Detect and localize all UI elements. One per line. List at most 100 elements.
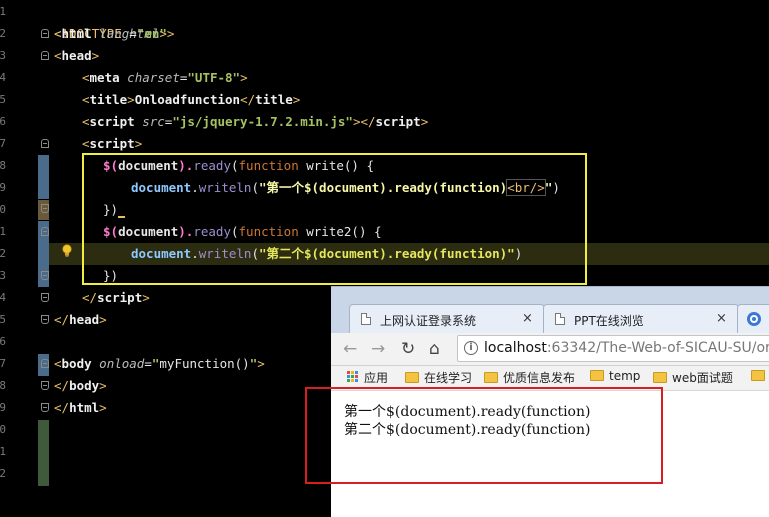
tab-label: PPT在线浏览 [574,314,644,328]
code-token: > [99,378,107,393]
code-token: body [69,378,100,393]
folder-icon [484,372,498,383]
line-number: 0 [0,423,6,436]
line-number: 7 [0,357,6,370]
tab-login-system[interactable]: 上网认证登录系统 × [349,304,545,334]
change-marker [38,420,49,486]
code-token: > [134,136,143,151]
line-number: 5 [0,313,6,326]
code-line-7[interactable]: <script> [54,133,769,155]
url-text: localhost:63342/The-Web-of-SICAU-SU/or [484,340,769,356]
code-token: charset [127,70,180,85]
code-line-6[interactable]: <script src="js/jquery-1.7.2.min.js"></s… [54,111,769,133]
code-line-5[interactable]: <title>Onloadfunction</title> [54,89,769,111]
line-number: 4 [0,291,6,304]
code-token: script [97,290,143,305]
line-number: 9 [0,401,6,414]
fold-toggle-icon[interactable] [41,271,49,280]
code-token: title [89,92,128,107]
line-number: 2 [0,467,6,480]
code-token: script [89,114,135,129]
code-token: > [142,290,150,305]
tab-label: 上网认证登录系统 [380,314,477,328]
code-token: < [82,70,90,85]
code-token: </ [82,290,98,305]
code-token: </ [54,312,70,327]
fold-toggle-icon[interactable] [41,403,49,412]
code-token: Onloadfunction [134,92,241,107]
tab-partial[interactable] [737,304,769,334]
close-icon[interactable]: × [522,311,533,326]
fold-toggle-icon[interactable] [41,139,49,148]
code-token: </ [240,92,256,107]
code-token: < [54,356,62,371]
code-token: < [82,114,90,129]
code-token: > [127,92,135,107]
folder-icon [590,370,604,381]
line-number: 2 [0,27,6,40]
bookmark-info-publish[interactable]: 优质信息发布 [484,369,575,386]
code-token: "js/jquery-1.7.2.min.js" [172,114,353,129]
code-token: > [99,400,107,415]
line-number: 4 [0,71,6,84]
bookmark-online-learning[interactable]: 在线学习 [405,369,472,386]
page-icon [361,313,371,325]
fold-toggle-icon[interactable] [41,315,49,324]
line-number: 8 [0,159,6,172]
info-icon[interactable]: i [464,341,478,355]
code-line-2[interactable]: <html lang="en"> [54,23,769,45]
code-line-1[interactable]: <!DOCTYPE html> [54,1,769,41]
bookmark-web-interview[interactable]: web面试题 [653,369,733,386]
line-number: 1 [0,445,6,458]
code-line-3[interactable]: <head> [54,45,769,67]
bookmark-label: web面试题 [672,371,733,385]
lightbulb-icon[interactable] [61,244,73,257]
address-bar[interactable]: i localhost:63342/The-Web-of-SICAU-SU/or [457,335,769,362]
close-icon[interactable]: × [716,311,727,326]
code-token: < [82,92,90,107]
red-annotation-box [305,387,663,484]
code-token: script [89,136,135,151]
code-token: html [69,400,100,415]
code-token: > [91,48,100,63]
bookmark-overflow[interactable] [751,369,769,383]
home-button[interactable]: ⌂ [429,338,440,360]
code-token: < [54,26,62,41]
line-number: 1 [0,225,6,238]
fold-toggle-icon[interactable] [41,227,49,236]
line-number: 3 [0,49,6,62]
code-token: > [257,356,265,371]
code-token: </ [54,378,70,393]
fold-toggle-icon[interactable] [41,293,49,302]
forward-button[interactable]: → [371,338,385,360]
code-token: > [240,70,248,85]
fold-toggle-icon[interactable] [41,29,49,38]
code-line-4[interactable]: <meta charset="UTF-8"> [54,67,769,89]
back-button[interactable]: ← [343,338,357,360]
line-number: 6 [0,335,6,348]
fold-toggle-icon[interactable] [41,381,49,390]
reload-button[interactable]: ↻ [401,338,415,360]
url-host: localhost [484,340,547,356]
apps-icon [347,371,359,383]
code-token: meta [89,70,120,85]
code-token: = [144,356,152,371]
browser-toolbar: ← → ↻ ⌂ i localhost:63342/The-Web-of-SIC… [331,333,769,366]
line-number: 1 [0,5,6,18]
bookmark-temp[interactable]: temp [590,369,640,383]
fold-toggle-icon[interactable] [41,51,49,60]
code-token: > [99,312,107,327]
code-token: myFunction() [159,356,250,371]
fold-toggle-icon[interactable] [41,204,49,213]
tab-ppt-viewer[interactable]: PPT在线浏览 × [543,304,739,334]
url-path: :63342/The-Web-of-SICAU-SU/or [546,340,769,356]
code-token: onload [99,356,145,371]
line-number: 5 [0,93,6,106]
bookmark-apps[interactable]: 应用 [347,369,388,386]
line-number: 8 [0,379,6,392]
code-token: = [129,26,137,41]
fold-toggle-icon[interactable] [41,359,49,368]
line-number: 9 [0,181,6,194]
code-token: body [61,356,92,371]
code-token: < [54,48,62,63]
